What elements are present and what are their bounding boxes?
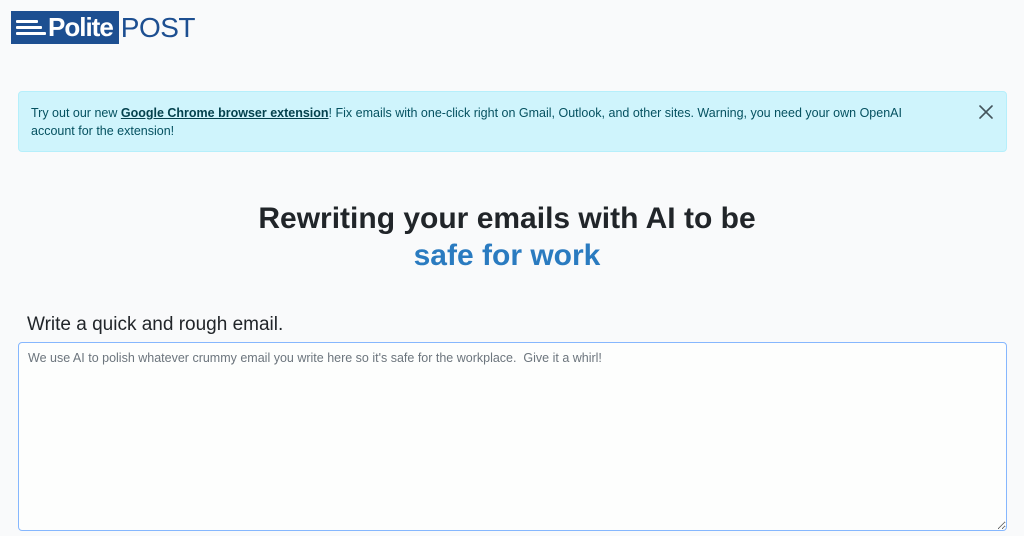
site-logo[interactable]: Polite POST bbox=[11, 11, 196, 44]
close-alert-button[interactable] bbox=[976, 102, 996, 122]
logo-mark: Polite bbox=[11, 11, 119, 44]
hero-line-1: Rewriting your emails with AI to be bbox=[258, 202, 756, 235]
extension-alert: Try out our new Google Chrome browser ex… bbox=[18, 91, 1007, 152]
email-textarea-wrapper bbox=[18, 342, 1007, 531]
logo-word-post: POST bbox=[120, 12, 196, 43]
email-textarea[interactable] bbox=[18, 342, 1007, 531]
chrome-extension-link[interactable]: Google Chrome browser extension bbox=[121, 106, 329, 120]
logo-lines-icon bbox=[16, 20, 46, 35]
close-icon bbox=[979, 105, 993, 119]
logo-word-polite: Polite bbox=[48, 12, 114, 42]
alert-text-prefix: Try out our new bbox=[31, 106, 121, 120]
hero-heading: Rewriting your emails with AI to be safe… bbox=[0, 200, 1024, 274]
email-input-label: Write a quick and rough email. bbox=[27, 314, 284, 335]
hero-line-2-highlight: safe for work bbox=[413, 239, 601, 272]
